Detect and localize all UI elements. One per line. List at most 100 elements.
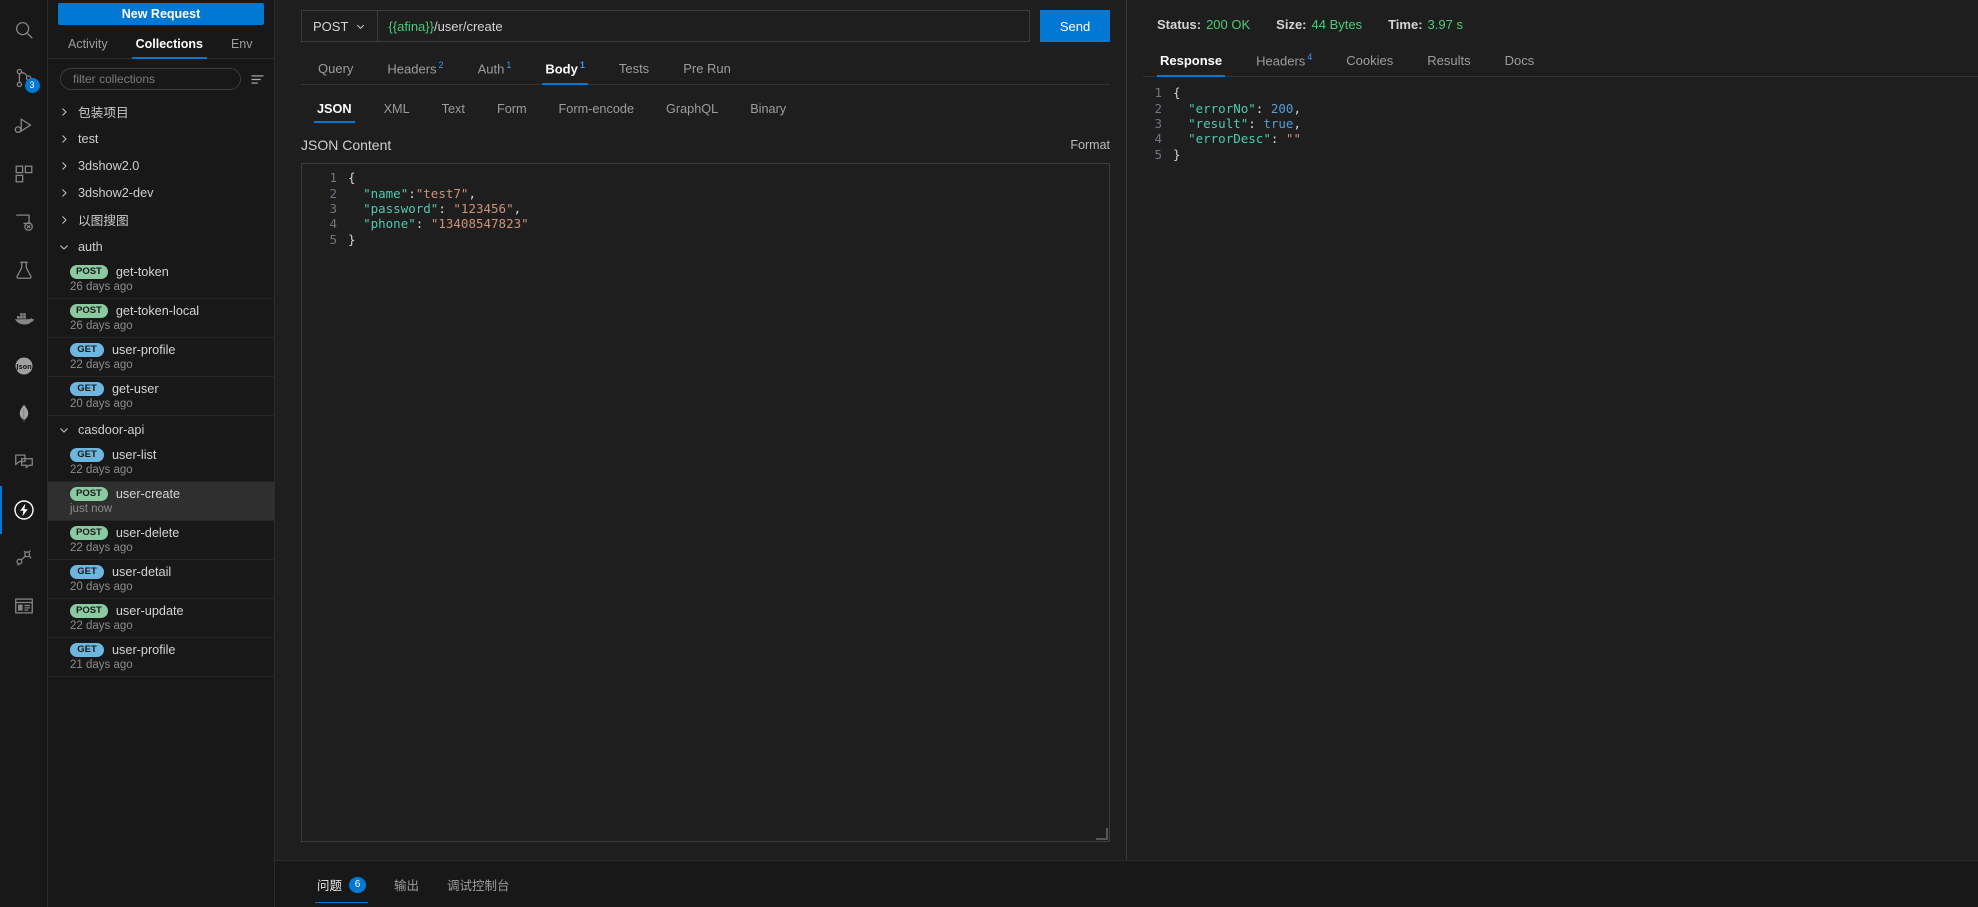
- time-label: Time:: [1388, 17, 1423, 32]
- remote-explorer-icon[interactable]: [0, 198, 48, 246]
- collection-folder-row[interactable]: 以图搜图: [48, 206, 274, 233]
- size-badge: Size: 44 Bytes: [1276, 17, 1362, 32]
- chat-icon[interactable]: [0, 438, 48, 486]
- panel-tab-label: 问题: [317, 879, 343, 893]
- panel-tab[interactable]: 输出: [380, 872, 433, 903]
- code-text: "errorDesc": "": [1173, 131, 1301, 146]
- panel-tab[interactable]: 调试控制台: [433, 872, 524, 903]
- request-tab-query[interactable]: Query: [301, 55, 370, 84]
- response-tab-response[interactable]: Response: [1143, 47, 1239, 78]
- size-value: 44 Bytes: [1311, 17, 1363, 32]
- collection-folder-row[interactable]: auth: [48, 233, 274, 260]
- request-list-item[interactable]: GET user-profile 22 days ago: [48, 338, 274, 377]
- collection-folder-row[interactable]: 3dshow2.0: [48, 152, 274, 179]
- token-str: "13408547823": [430, 216, 529, 232]
- request-body-editor[interactable]: 1{2 "name":"test7", 3 "password": "123456…: [301, 163, 1110, 842]
- request-item-label: user-detail: [112, 565, 172, 579]
- run-and-debug-icon[interactable]: [0, 102, 48, 150]
- collections-tree[interactable]: 包装项目 test 3dshow2.0 3dshow2-dev 以图搜图 auth POST…: [48, 98, 274, 907]
- collection-folder-row[interactable]: casdoor-api: [48, 416, 274, 443]
- collection-folder-row[interactable]: test: [48, 125, 274, 152]
- collection-folder-row[interactable]: 3dshow2-dev: [48, 179, 274, 206]
- tab-label: Docs: [1504, 53, 1535, 69]
- token-punct: [1173, 116, 1188, 131]
- request-list-item[interactable]: GET user-list 22 days ago: [48, 443, 274, 482]
- request-tab-headers[interactable]: Headers 2: [370, 54, 460, 84]
- bottom-panel: 问题 6 输出 调试控制台: [275, 860, 1978, 907]
- request-tab-pre-run[interactable]: Pre Run: [666, 55, 748, 84]
- body-tab-binary[interactable]: Binary: [734, 97, 802, 123]
- sidebar-tab-collections[interactable]: Collections: [122, 31, 217, 59]
- json-icon[interactable]: Json: [0, 342, 48, 390]
- response-tab-headers[interactable]: Headers 4: [1239, 46, 1329, 76]
- send-button[interactable]: Send: [1040, 10, 1110, 42]
- filter-collections-input[interactable]: [60, 68, 241, 90]
- code-text: }: [348, 232, 356, 247]
- response-tab-docs[interactable]: Docs: [1488, 47, 1552, 76]
- body-tab-json[interactable]: JSON: [301, 97, 368, 124]
- code-text: {: [1173, 85, 1181, 100]
- thunder-client-icon[interactable]: [0, 486, 48, 534]
- request-tab-auth[interactable]: Auth 1: [461, 54, 529, 84]
- request-list-item[interactable]: POST get-token 26 days ago: [48, 260, 274, 299]
- request-item-timestamp: 22 days ago: [70, 620, 133, 632]
- response-tab-cookies[interactable]: Cookies: [1329, 47, 1410, 76]
- token-str: "test7": [415, 185, 469, 201]
- request-list-item[interactable]: GET user-detail 20 days ago: [48, 560, 274, 599]
- browser-preview-icon[interactable]: [0, 582, 48, 630]
- method-badge: GET: [70, 448, 104, 462]
- request-body-line: 3 "password": "123456",: [302, 201, 1109, 216]
- editor-split: POST {{afina}}/user/create Send Query Hea…: [275, 0, 1978, 860]
- line-number: 1: [329, 170, 337, 186]
- line-number: 4: [1154, 131, 1162, 147]
- source-control-icon[interactable]: 3: [0, 54, 48, 102]
- database-client-icon[interactable]: [0, 534, 48, 582]
- token-key: "password": [363, 200, 439, 216]
- body-tab-form-encode[interactable]: Form-encode: [543, 97, 650, 123]
- filter-menu-icon[interactable]: [249, 71, 266, 88]
- token-punct: :: [1255, 100, 1271, 116]
- token-key: "result": [1188, 115, 1249, 131]
- request-tab-body[interactable]: Body 1: [528, 54, 602, 86]
- body-tab-graphql[interactable]: GraphQL: [650, 97, 734, 123]
- url-variable: {{afina}}: [388, 18, 434, 34]
- time-badge: Time: 3.97 s: [1388, 17, 1463, 32]
- format-button[interactable]: Format: [1070, 138, 1110, 152]
- search-icon[interactable]: [0, 6, 48, 54]
- thunder-client-sidebar: New Request Activity Collections Env 包装项…: [48, 0, 275, 907]
- activity-bar: 3 Json: [0, 0, 48, 907]
- request-list-item[interactable]: GET user-profile 21 days ago: [48, 638, 274, 677]
- body-tab-text[interactable]: Text: [426, 97, 481, 123]
- token-punct: ,: [1293, 115, 1301, 131]
- collection-folder-row[interactable]: 包装项目: [48, 98, 274, 125]
- code-text: }: [1173, 147, 1181, 162]
- sidebar-tab-activity[interactable]: Activity: [54, 31, 122, 58]
- testing-icon[interactable]: [0, 246, 48, 294]
- line-number: 5: [1154, 146, 1162, 162]
- request-item-label: get-token: [115, 265, 169, 279]
- url-input[interactable]: {{afina}}/user/create: [377, 10, 1030, 42]
- docker-icon[interactable]: [0, 294, 48, 342]
- body-tab-form[interactable]: Form: [481, 97, 543, 123]
- panel-tabs: 问题 6 输出 调试控制台: [303, 861, 524, 903]
- body-tab-xml[interactable]: XML: [368, 97, 426, 123]
- url-path: /user/create: [433, 18, 503, 34]
- panel-tab[interactable]: 问题 6: [303, 872, 380, 903]
- request-list-item[interactable]: POST user-create just now: [48, 482, 274, 521]
- sidebar-tab-env[interactable]: Env: [217, 31, 267, 58]
- response-tab-results[interactable]: Results: [1410, 47, 1487, 76]
- request-list-item[interactable]: POST get-token-local 26 days ago: [48, 299, 274, 338]
- tab-label: Body: [545, 61, 578, 77]
- extensions-icon[interactable]: [0, 150, 48, 198]
- token-punct: [348, 201, 363, 216]
- request-tab-tests[interactable]: Tests: [602, 55, 666, 84]
- request-list-item[interactable]: GET get-user 20 days ago: [48, 377, 274, 416]
- method-select[interactable]: POST: [301, 10, 378, 42]
- request-item-header: POST user-delete: [70, 526, 266, 540]
- response-body-viewer[interactable]: 1{2 "errorNo": 200, 3 "result": true, 4 "e…: [1127, 77, 1978, 860]
- mongodb-icon[interactable]: [0, 390, 48, 438]
- request-list-item[interactable]: POST user-delete 22 days ago: [48, 521, 274, 560]
- request-list-item[interactable]: POST user-update 22 days ago: [48, 599, 274, 638]
- request-item-label: get-user: [112, 382, 159, 396]
- new-request-button[interactable]: New Request: [58, 3, 264, 25]
